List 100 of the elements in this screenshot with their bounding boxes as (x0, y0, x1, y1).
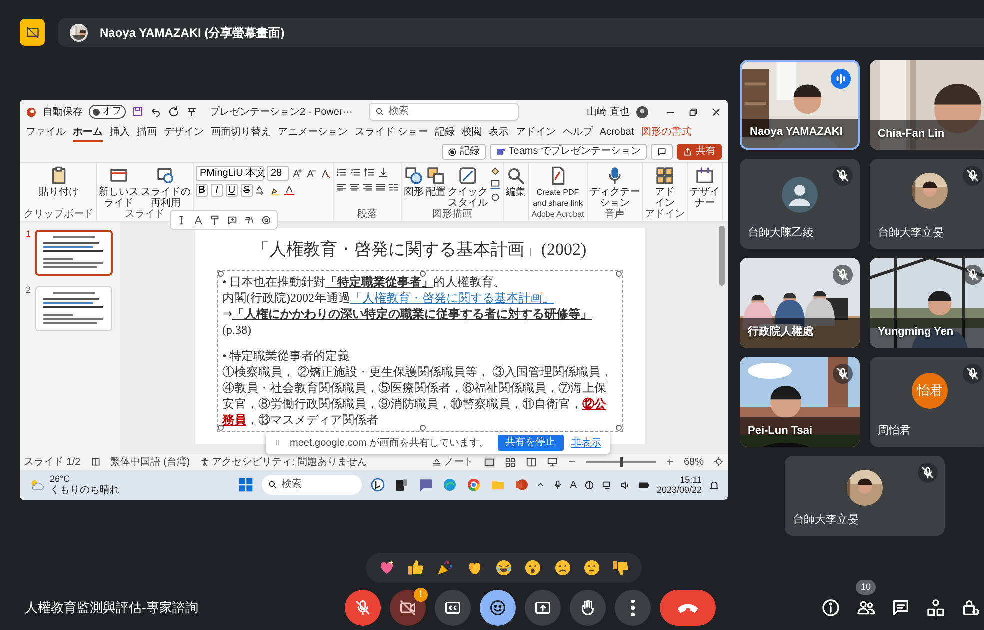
accessibility-status[interactable]: アクセシビリティ: 問題ありません (212, 454, 368, 470)
accessibility-icon[interactable] (200, 457, 210, 467)
ribbon-tab[interactable]: 校閲 (462, 126, 482, 142)
share-button[interactable]: 共有 (677, 144, 722, 160)
notifications-icon[interactable] (709, 480, 720, 490)
ribbon-tab[interactable]: デザイン (164, 126, 204, 142)
presenting-button[interactable] (20, 19, 45, 46)
grow-font-icon[interactable] (292, 168, 303, 179)
network-icon[interactable] (602, 480, 613, 490)
participant-tile[interactable]: Pei-Lun Tsai (740, 357, 860, 447)
justify-icon[interactable] (375, 182, 386, 193)
raise-hand-button[interactable] (570, 590, 606, 626)
text-style-button[interactable]: U (226, 184, 238, 197)
ribbon-tab[interactable]: 図形の書式 (641, 126, 692, 142)
reading-view-icon[interactable] (526, 456, 537, 468)
text-style-button[interactable]: I (211, 184, 223, 197)
ribbon-button[interactable]: 新しいスライド (99, 166, 139, 209)
microphone-button[interactable] (345, 590, 381, 626)
laughing-face-icon[interactable] (494, 559, 513, 577)
record-button[interactable]: 記録 (442, 144, 486, 160)
zoom-level[interactable]: 68% (684, 454, 704, 470)
ribbon-button[interactable]: デザイナー (690, 166, 720, 209)
zoom-slider-thumb[interactable] (620, 457, 623, 467)
participant-tile[interactable]: 台師大陳乙綾 (740, 159, 860, 249)
ribbon-button[interactable]: 編集 (506, 166, 526, 198)
columns-icon[interactable] (388, 182, 399, 193)
microphone-icon[interactable] (553, 480, 564, 490)
slide-sorter-icon[interactable] (504, 456, 516, 468)
close-icon[interactable] (711, 106, 722, 118)
align-right-icon[interactable] (362, 182, 373, 193)
thumbs-up-icon[interactable] (406, 559, 425, 577)
party-popper-icon[interactable] (436, 559, 454, 577)
surprised-face-icon[interactable] (524, 559, 542, 577)
bullets-icon[interactable] (336, 167, 347, 178)
shape-effects-icon[interactable] (490, 192, 501, 203)
font-dropdown[interactable]: PMingLiU 本文 (196, 166, 264, 181)
spelling-icon[interactable] (90, 457, 101, 467)
kana-icon[interactable] (244, 214, 255, 226)
reactions-button[interactable] (480, 590, 516, 626)
slideshow-icon[interactable] (546, 456, 558, 468)
captions-button[interactable] (435, 590, 471, 626)
ribbon-tab[interactable]: スライド ショー (355, 126, 428, 142)
ribbon-tab[interactable]: ホーム (73, 126, 103, 142)
participant-tile[interactable]: Naoya YAMAZAKI (740, 60, 860, 150)
participant-tile[interactable]: Yungming Yen (870, 258, 984, 348)
ribbon-button[interactable]: 貼り付け (39, 166, 79, 198)
notes-button[interactable]: ノート (432, 454, 474, 470)
ribbon-tab[interactable]: ヘルプ (562, 126, 593, 142)
ribbon-tab[interactable]: ファイル (26, 126, 66, 142)
stop-sharing-button[interactable]: 共有を停止 (498, 435, 564, 451)
ribbon-button[interactable]: Create PDF and share link (531, 166, 585, 209)
task-view-icon[interactable] (394, 477, 410, 493)
zoom-in-icon[interactable] (666, 458, 674, 466)
participant-tile[interactable]: 行政院人權處 (740, 258, 860, 348)
normal-view-icon[interactable] (484, 456, 495, 468)
user-avatar-icon[interactable] (636, 106, 649, 118)
present-in-teams-button[interactable]: Teams でプレゼンテーション (490, 144, 647, 160)
participant-tile[interactable]: 怡君 周怡君 (870, 357, 984, 447)
volume-icon[interactable] (620, 480, 631, 490)
chat-icon[interactable] (418, 477, 434, 493)
clear-formatting-icon[interactable] (320, 168, 331, 179)
activities-button[interactable] (925, 597, 947, 619)
font-color-icon[interactable] (284, 185, 295, 196)
format-painter-icon[interactable] (210, 214, 221, 226)
thumbs-down-icon[interactable] (612, 559, 630, 577)
undo-icon[interactable] (150, 106, 162, 118)
scrollbar[interactable] (719, 226, 725, 286)
ribbon-button[interactable]: スライドの再利用 (141, 166, 191, 209)
restore-icon[interactable] (688, 106, 699, 118)
align-center-icon[interactable] (349, 182, 360, 193)
font-style-icon[interactable] (193, 214, 204, 226)
ribbon-tab[interactable]: 描画 (137, 126, 157, 142)
font-size-dropdown[interactable]: 28 (267, 166, 289, 181)
pin-icon[interactable] (186, 106, 198, 118)
autosave-toggle[interactable]: オフ (89, 105, 126, 119)
participant-tile[interactable]: 台師大李立旻 (785, 456, 945, 536)
bing-icon[interactable] (370, 477, 386, 493)
character-spacing-icon[interactable] (256, 185, 267, 196)
language-status[interactable]: 繁体中国語 (台湾) (110, 454, 190, 470)
more-options-button[interactable] (615, 590, 651, 626)
drag-handle-icon[interactable] (274, 438, 282, 448)
chrome-icon[interactable] (466, 477, 482, 493)
thinking-face-icon[interactable] (582, 559, 601, 577)
text-style-button[interactable]: B (196, 184, 208, 197)
meeting-details-button[interactable] (820, 597, 842, 619)
text-style-button[interactable]: S (241, 184, 253, 197)
settings-icon[interactable] (261, 214, 272, 226)
slide-thumbnail[interactable] (35, 230, 114, 276)
ribbon-button[interactable]: 配置 (426, 166, 446, 198)
participant-tile[interactable]: 台師大李立旻 (870, 159, 984, 249)
ribbon-tab[interactable]: 記録 (434, 126, 455, 142)
participant-tile[interactable]: Chia-Fan Lin (870, 60, 984, 150)
text-direction-icon[interactable] (378, 167, 389, 178)
ribbon-tab[interactable]: 画面切り替え (211, 126, 271, 142)
shape-outline-icon[interactable] (490, 179, 501, 190)
present-button[interactable] (525, 590, 561, 626)
line-spacing-icon[interactable] (364, 167, 375, 178)
ribbon-tab[interactable]: アドイン (516, 126, 556, 142)
fit-to-window-icon[interactable] (714, 457, 724, 467)
numbering-icon[interactable] (350, 167, 361, 178)
